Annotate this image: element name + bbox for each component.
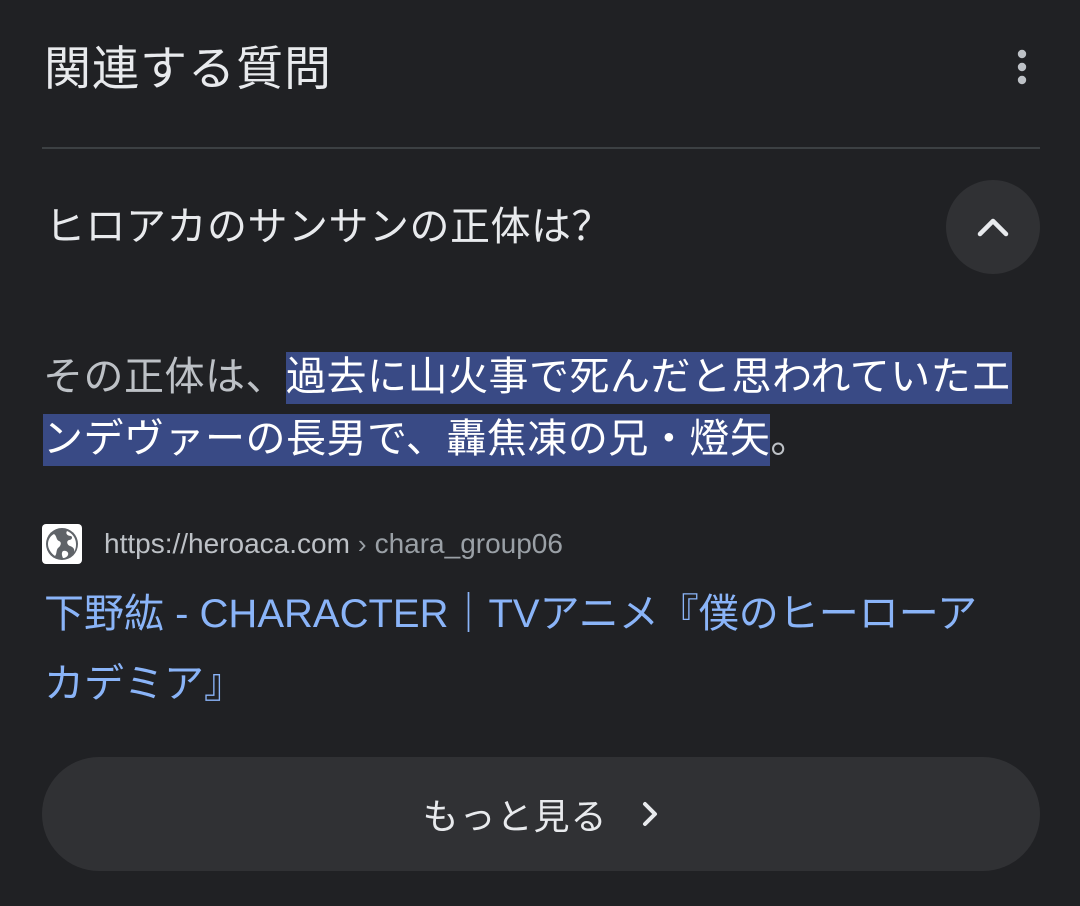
site-favicon: [42, 524, 82, 564]
collapse-button[interactable]: [946, 180, 1040, 274]
section-title: 関連する質問: [44, 42, 332, 97]
more-options-button[interactable]: [1006, 44, 1038, 90]
question-text: ヒロアカのサンサンの正体は？: [45, 204, 612, 250]
answer-suffix: 。: [770, 416, 811, 462]
more-vert-icon: [1017, 49, 1027, 85]
source-url: https://heroaca.com: [104, 528, 350, 559]
globe-icon: [46, 528, 78, 560]
question-accordion[interactable]: ヒロアカのサンサンの正体は？: [42, 180, 1040, 276]
breadcrumb-separator: ›: [357, 528, 367, 559]
result-title-link[interactable]: 下野紘 - CHARACTER｜TVアニメ『僕のヒーローアカデミア』: [44, 579, 1014, 719]
chevron-right-icon: [640, 799, 660, 829]
chevron-up-icon: [977, 218, 1009, 237]
answer-prefix: その正体は、: [43, 354, 286, 400]
source-path: chara_group06: [374, 528, 563, 559]
answer-snippet: その正体は、過去に山火事で死んだと思われていたエンデヴァーの長男で、轟焦凍の兄・…: [43, 346, 1033, 470]
see-more-label: もっと見る: [422, 797, 608, 838]
header-divider: [42, 147, 1040, 149]
see-more-button[interactable]: もっと見る: [42, 757, 1040, 871]
related-questions-header: 関連する質問: [44, 34, 1038, 114]
source-citation[interactable]: https://heroaca.com › chara_group06: [42, 520, 563, 568]
